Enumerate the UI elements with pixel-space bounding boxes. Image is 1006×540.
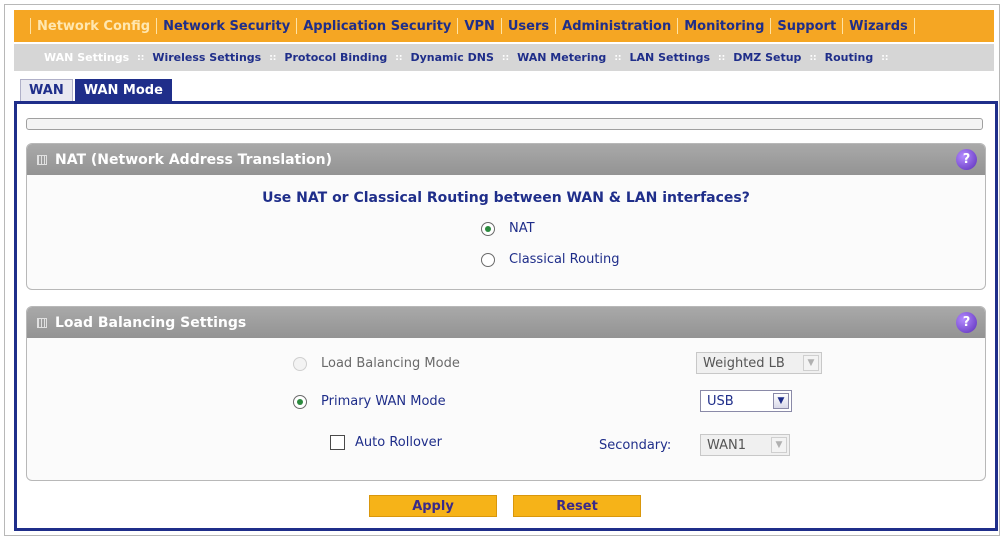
nat-radio[interactable]	[481, 221, 495, 236]
load-balancing-mode-select[interactable]: Weighted LB ▼	[696, 352, 822, 374]
nav-separator	[677, 18, 679, 34]
nav-separator: ::	[501, 52, 510, 63]
secondary-label: Secondary:	[599, 438, 672, 453]
top-nav-monitoring[interactable]: Monitoring	[684, 19, 764, 34]
load-balancing-panel-header: Load Balancing Settings ?	[27, 307, 985, 338]
chevron-down-icon: ▼	[773, 393, 789, 409]
top-nav-support[interactable]: Support	[777, 19, 836, 34]
top-nav-administration[interactable]: Administration	[562, 19, 671, 34]
sub-nav-routing[interactable]: Routing	[825, 51, 874, 64]
nav-separator	[500, 18, 502, 34]
sub-nav-wireless-settings[interactable]: Wireless Settings	[152, 51, 261, 64]
nav-separator: ::	[881, 52, 889, 63]
tab-wan[interactable]: WAN	[20, 79, 73, 102]
nav-separator	[913, 18, 915, 34]
sub-nav-dynamic-dns[interactable]: Dynamic DNS	[410, 51, 493, 64]
load-balancing-panel-title: Load Balancing Settings	[55, 314, 247, 331]
load-balancing-mode-radio[interactable]	[293, 356, 307, 371]
help-icon[interactable]: ?	[956, 312, 977, 333]
nav-separator: ::	[809, 52, 817, 63]
nav-separator	[296, 18, 298, 34]
primary-wan-mode-label: Primary WAN Mode	[321, 394, 446, 409]
nav-separator: ::	[395, 52, 403, 63]
grip-icon	[37, 154, 47, 165]
classical-routing-radio[interactable]	[481, 252, 495, 267]
load-balancing-mode-value: Weighted LB	[703, 355, 785, 371]
primary-wan-mode-row: Primary WAN Mode	[293, 394, 446, 409]
primary-wan-mode-select[interactable]: USB ▼	[700, 390, 792, 412]
chevron-down-icon: ▼	[771, 437, 787, 453]
classical-routing-radio-label: Classical Routing	[509, 252, 620, 267]
nat-panel: NAT (Network Address Translation) ? Use …	[26, 143, 986, 290]
nav-separator: ::	[137, 52, 145, 63]
sub-nav-protocol-binding[interactable]: Protocol Binding	[284, 51, 387, 64]
nat-question: Use NAT or Classical Routing between WAN…	[262, 190, 750, 206]
grip-icon	[37, 317, 47, 328]
top-nav-users[interactable]: Users	[508, 19, 549, 34]
nav-separator	[770, 18, 772, 34]
sub-nav-dmz-setup[interactable]: DMZ Setup	[733, 51, 801, 64]
nav-separator	[457, 18, 459, 34]
top-nav-application-security[interactable]: Application Security	[303, 19, 451, 34]
load-balancing-mode-row: Load Balancing Mode	[293, 356, 460, 371]
tab-wan-mode[interactable]: WAN Mode	[74, 79, 172, 102]
nav-separator	[842, 18, 844, 34]
top-nav-wizards[interactable]: Wizards	[849, 19, 908, 34]
nat-panel-header: NAT (Network Address Translation) ?	[27, 144, 985, 175]
sub-nav-lan-settings[interactable]: LAN Settings	[630, 51, 710, 64]
load-balancing-mode-label: Load Balancing Mode	[321, 356, 460, 371]
nat-radio-label: NAT	[509, 221, 535, 236]
auto-rollover-row: Auto Rollover	[330, 435, 442, 450]
sub-nav-wan-settings[interactable]: WAN Settings	[44, 51, 129, 64]
classical-routing-option-row: Classical Routing	[481, 252, 620, 267]
top-navigation: Network Config Network Security Applicat…	[14, 10, 994, 42]
primary-wan-mode-radio[interactable]	[293, 394, 307, 409]
tab-bar: WAN WAN Mode	[20, 79, 174, 102]
nat-option-row: NAT	[481, 221, 535, 236]
nav-separator: ::	[718, 52, 726, 63]
primary-wan-mode-value: USB	[707, 393, 734, 409]
sub-nav-wan-metering[interactable]: WAN Metering	[517, 51, 606, 64]
top-nav-vpn[interactable]: VPN	[464, 19, 494, 34]
nav-separator: ::	[614, 52, 622, 63]
reset-button[interactable]: Reset	[513, 495, 641, 517]
secondary-wan-value: WAN1	[707, 437, 747, 453]
nav-separator	[30, 18, 31, 34]
status-bar	[26, 118, 983, 130]
auto-rollover-checkbox[interactable]	[330, 435, 345, 450]
auto-rollover-label: Auto Rollover	[355, 435, 442, 450]
nav-separator	[555, 18, 557, 34]
top-nav-network-security[interactable]: Network Security	[163, 19, 290, 34]
load-balancing-panel: Load Balancing Settings ? Load Balancing…	[26, 306, 986, 481]
top-nav-network-config[interactable]: Network Config	[37, 19, 150, 34]
help-icon[interactable]: ?	[956, 149, 977, 170]
sub-navigation: WAN Settings :: Wireless Settings :: Pro…	[14, 44, 994, 71]
nat-panel-title: NAT (Network Address Translation)	[55, 151, 333, 168]
nav-separator: ::	[269, 52, 277, 63]
chevron-down-icon: ▼	[803, 355, 819, 371]
secondary-wan-select[interactable]: WAN1 ▼	[700, 434, 790, 456]
nav-separator	[156, 18, 158, 34]
apply-button[interactable]: Apply	[369, 495, 497, 517]
